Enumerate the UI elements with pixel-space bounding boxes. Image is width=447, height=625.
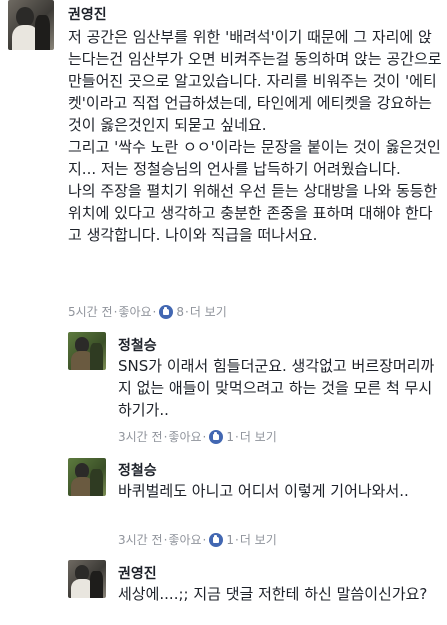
avatar-kwon[interactable]: [8, 0, 54, 50]
like-count[interactable]: 8: [176, 305, 184, 319]
reply-meta: 3시간 전 · 좋아요 · 1 · 더 보기: [118, 428, 277, 445]
separator: ·: [163, 532, 168, 547]
reply-author[interactable]: 권영진: [118, 563, 157, 583]
comment-paragraph: 저 공간은 임산부를 위한 '배려석'이기 때문에 그 자리에 앉는다는건 임산…: [68, 28, 442, 134]
avatar-jung[interactable]: [68, 458, 106, 496]
comment-paragraph: 그리고 '싹수 노란 ㅇㅇ'이라는 문장을 붙이는 것이 옳은것인지... 저는…: [68, 138, 441, 178]
like-count[interactable]: 1: [226, 430, 234, 444]
thumbs-up-icon: [209, 532, 224, 547]
separator: ·: [152, 304, 157, 319]
separator: ·: [185, 304, 189, 319]
separator: ·: [202, 532, 207, 547]
timestamp[interactable]: 3시간 전: [118, 531, 163, 548]
comment-meta: 5시간 전 · 좋아요 · 8 · 더 보기: [68, 303, 227, 320]
reply-body: 세상에....;; 지금 댓글 저한테 하신 말씀이신가요?: [118, 585, 428, 603]
like-button[interactable]: 좋아요: [118, 303, 151, 320]
reply-body: SNS가 이래서 힘들더군요. 생각없고 버르장머리까지 없는 애들이 맞먹으려…: [118, 357, 435, 419]
separator: ·: [202, 429, 207, 444]
reply-author[interactable]: 정철승: [118, 460, 157, 480]
reply-body: 바퀴벌레도 아니고 어디서 이렇게 기어나와서..: [118, 482, 409, 500]
separator: ·: [113, 304, 118, 319]
thumbs-up-icon: [159, 304, 174, 319]
reply-author[interactable]: 정철승: [118, 335, 157, 355]
like-button[interactable]: 좋아요: [168, 428, 201, 445]
comment-author[interactable]: 권영진: [68, 4, 107, 24]
avatar-kwon[interactable]: [68, 560, 106, 598]
separator: ·: [235, 532, 239, 547]
more-button[interactable]: 더 보기: [240, 531, 277, 548]
comment-paragraph: 나의 주장을 펼치기 위해선 우선 듣는 상대방을 나와 동등한 위치에 있다고…: [68, 182, 438, 244]
more-button[interactable]: 더 보기: [240, 428, 277, 445]
like-button[interactable]: 좋아요: [168, 531, 201, 548]
thumbs-up-icon: [209, 429, 224, 444]
timestamp[interactable]: 5시간 전: [68, 303, 113, 320]
comment-body: 저 공간은 임산부를 위한 '배려석'이기 때문에 그 자리에 앉는다는건 임산…: [68, 26, 442, 246]
reply-meta: 3시간 전 · 좋아요 · 1 · 더 보기: [118, 531, 277, 548]
separator: ·: [163, 429, 168, 444]
separator: ·: [235, 429, 239, 444]
avatar-jung[interactable]: [68, 332, 106, 370]
more-button[interactable]: 더 보기: [190, 303, 227, 320]
timestamp[interactable]: 3시간 전: [118, 428, 163, 445]
like-count[interactable]: 1: [226, 533, 234, 547]
